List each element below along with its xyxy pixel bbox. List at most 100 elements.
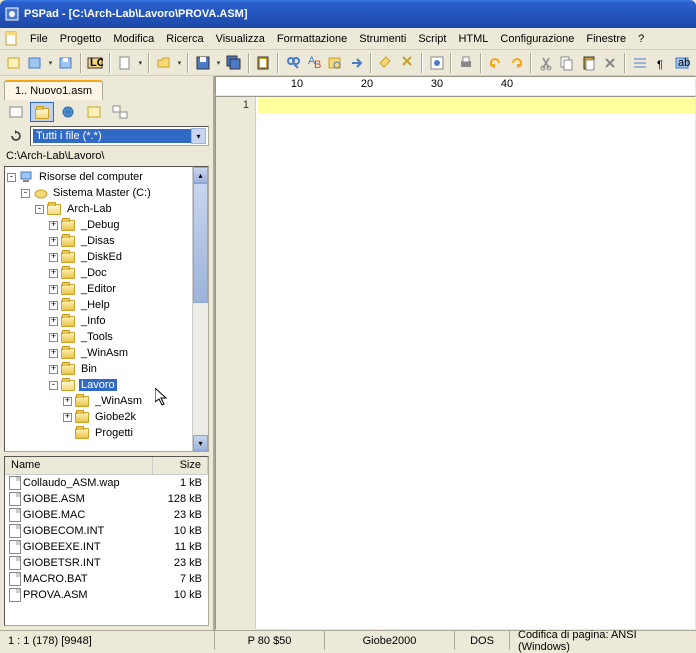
file-row[interactable]: PROVA.ASM10 kB [5, 587, 208, 603]
tree-node[interactable]: +_WinAsm [7, 345, 206, 361]
paste-icon[interactable] [579, 53, 598, 73]
expand-icon[interactable]: + [49, 285, 58, 294]
pilcrow-icon[interactable]: ¶ [651, 53, 670, 73]
tree-scrollbar[interactable]: ▴ ▾ [192, 167, 208, 451]
clipboard-icon[interactable] [254, 53, 273, 73]
expand-icon[interactable]: + [49, 237, 58, 246]
tree-label: Arch-Lab [65, 203, 114, 215]
tree-node[interactable]: +Bin [7, 361, 206, 377]
find-icon[interactable] [283, 53, 302, 73]
preview-icon[interactable] [427, 53, 446, 73]
expand-icon[interactable]: + [63, 413, 72, 422]
file-filter-combo[interactable]: Tutti i file (*.*) ▾ [30, 126, 209, 146]
tree-node[interactable]: +_Disas [7, 233, 206, 249]
tree-node[interactable]: +_DiskEd [7, 249, 206, 265]
tool2-icon[interactable] [398, 53, 417, 73]
project-open-icon[interactable] [25, 53, 44, 73]
expand-icon[interactable]: - [7, 173, 16, 182]
expand-icon[interactable]: + [49, 333, 58, 342]
lines-icon[interactable] [630, 53, 649, 73]
tree-node[interactable]: - Arch-Lab [7, 201, 206, 217]
file-row[interactable]: GIOBETSR.INT23 kB [5, 555, 208, 571]
tree-node[interactable]: +Giobe2k [7, 409, 206, 425]
expand-icon[interactable]: - [49, 381, 58, 390]
tree-node[interactable]: -Sistema Master (C:) [7, 185, 206, 201]
menu-html[interactable]: HTML [452, 31, 494, 47]
scroll-down-icon[interactable]: ▾ [193, 435, 208, 451]
ruler-tick: 10 [262, 78, 332, 90]
tree-node[interactable]: +_Doc [7, 265, 206, 281]
expand-icon[interactable]: + [49, 301, 58, 310]
new-file-icon[interactable] [115, 53, 134, 73]
menu-visualizza[interactable]: Visualizza [210, 31, 271, 47]
tree-node[interactable]: +_Help [7, 297, 206, 313]
expand-icon[interactable]: + [49, 365, 58, 374]
file-row[interactable]: MACRO.BAT7 kB [5, 571, 208, 587]
text-editor[interactable]: 1 [215, 96, 696, 630]
menu-strumenti[interactable]: Strumenti [353, 31, 412, 47]
tree-node[interactable]: +_Editor [7, 281, 206, 297]
panel-btn-1[interactable] [4, 102, 28, 122]
menu-formattazione[interactable]: Formattazione [271, 31, 353, 47]
combo-arrow-icon[interactable]: ▾ [191, 128, 206, 144]
folder-tree[interactable]: -Risorse del computer-Sistema Master (C:… [4, 166, 209, 452]
tree-node[interactable]: +_WinAsm [7, 393, 206, 409]
menu-modifica[interactable]: Modifica [107, 31, 160, 47]
tool1-icon[interactable] [376, 53, 395, 73]
file-row[interactable]: GIOBEEXE.INT11 kB [5, 539, 208, 555]
menu-file[interactable]: File [24, 31, 54, 47]
folder-view-button[interactable] [30, 102, 54, 122]
delete-icon[interactable] [601, 53, 620, 73]
cut-icon[interactable] [536, 53, 555, 73]
panel-btn-3[interactable] [82, 102, 106, 122]
expand-icon[interactable]: + [63, 397, 72, 406]
scroll-up-icon[interactable]: ▴ [193, 167, 208, 183]
tree-node[interactable]: Progetti [7, 425, 206, 441]
undo-icon[interactable] [486, 53, 505, 73]
tree-node[interactable]: -Lavoro [7, 377, 206, 393]
menu-progetto[interactable]: Progetto [54, 31, 108, 47]
expand-icon[interactable]: + [49, 317, 58, 326]
panel-btn-4[interactable] [108, 102, 132, 122]
expand-icon[interactable]: + [49, 269, 58, 278]
menu-help[interactable]: ? [632, 31, 650, 47]
tree-node[interactable]: +_Info [7, 313, 206, 329]
open-file-icon[interactable] [154, 53, 173, 73]
menu-ricerca[interactable]: Ricerca [160, 31, 209, 47]
file-row[interactable]: Collaudo_ASM.wap1 kB [5, 475, 208, 491]
col-size[interactable]: Size [153, 457, 208, 474]
log-icon[interactable]: LOG [86, 53, 105, 73]
save-all-icon[interactable] [224, 53, 243, 73]
scroll-thumb[interactable] [193, 183, 208, 303]
find-files-icon[interactable] [326, 53, 345, 73]
tree-node[interactable]: +_Debug [7, 217, 206, 233]
save-icon[interactable] [193, 53, 212, 73]
tree-node[interactable]: +_Tools [7, 329, 206, 345]
expand-icon[interactable]: - [35, 205, 44, 214]
expand-icon[interactable]: + [49, 221, 58, 230]
file-tab[interactable]: 1.. Nuovo1.asm [4, 80, 103, 100]
tree-node[interactable]: -Risorse del computer [7, 169, 206, 185]
goto-icon[interactable] [347, 53, 366, 73]
window-title: PSPad - [C:\Arch-Lab\Lavoro\PROVA.ASM] [24, 8, 247, 20]
ftp-button[interactable] [56, 102, 80, 122]
expand-icon[interactable]: + [49, 349, 58, 358]
file-list[interactable]: Name Size Collaudo_ASM.wap1 kBGIOBE.ASM1… [4, 456, 209, 626]
col-name[interactable]: Name [5, 457, 153, 474]
menu-finestre[interactable]: Finestre [580, 31, 632, 47]
file-row[interactable]: GIOBE.MAC23 kB [5, 507, 208, 523]
redo-icon[interactable] [507, 53, 526, 73]
copy-icon[interactable] [558, 53, 577, 73]
expand-icon[interactable]: - [21, 189, 30, 198]
wrap-icon[interactable]: ab [673, 53, 692, 73]
replace-icon[interactable]: AB [304, 53, 323, 73]
project-save-icon[interactable] [56, 53, 75, 73]
project-new-icon[interactable] [4, 53, 23, 73]
menu-script[interactable]: Script [412, 31, 452, 47]
file-row[interactable]: GIOBECOM.INT10 kB [5, 523, 208, 539]
file-row[interactable]: GIOBE.ASM128 kB [5, 491, 208, 507]
expand-icon[interactable]: + [49, 253, 58, 262]
menu-configurazione[interactable]: Configurazione [494, 31, 580, 47]
print-icon[interactable] [456, 53, 475, 73]
refresh-button[interactable] [4, 126, 28, 146]
